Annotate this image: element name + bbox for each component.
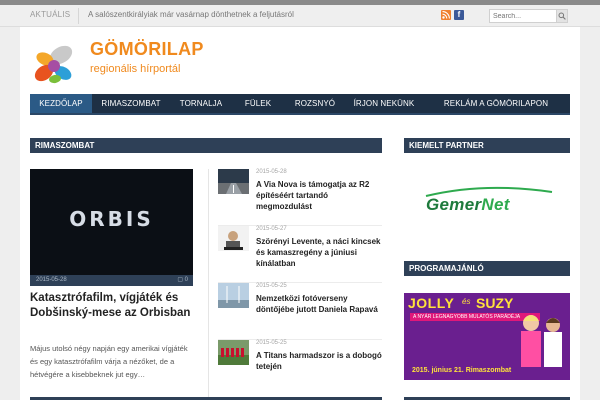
- nav-item-rimaszombat[interactable]: RIMASZOMBAT: [92, 94, 170, 113]
- list-item-date: 2015-05-25: [256, 340, 287, 346]
- list-item[interactable]: 2015-05-25 A Titans harmadszor is a dobo…: [218, 340, 382, 397]
- nav-item-tornalja[interactable]: TORNALJA: [170, 94, 232, 113]
- partner-logo-net: Net: [481, 195, 510, 214]
- main-navigation: KEZDŐLAP RIMASZOMBAT TORNALJA FÜLEK ROZS…: [30, 94, 570, 115]
- nav-item-irjon-nekunk[interactable]: ÍRJON NEKÜNK: [346, 94, 422, 113]
- site-subtitle: regionális hírportál: [90, 63, 181, 75]
- sidebar-header-program: PROGRAMAJÁNLÓ: [404, 261, 570, 276]
- program-date: 2015. június 21. Rimaszombat: [412, 367, 512, 374]
- program-title-es: és: [462, 297, 471, 306]
- list-item-date: 2015-05-25: [256, 283, 287, 289]
- partner-logo: GemerNet: [426, 195, 510, 215]
- nav-item-fulek[interactable]: FÜLEK: [232, 94, 284, 113]
- nav-item-rozsnyo[interactable]: ROZSNYÓ: [284, 94, 346, 113]
- partner-logo-gemer: Gemer: [426, 195, 482, 214]
- top-bar: AKTUÁLIS A salószentkirályiak már vasárn…: [0, 5, 600, 27]
- list-item-title[interactable]: Szörényi Levente, a náci kincsek és kama…: [256, 236, 384, 269]
- ticker-label: AKTUÁLIS: [30, 10, 71, 19]
- nav-item-reklam[interactable]: REKLÁM A GÖMÖRILAPON: [422, 94, 570, 113]
- feature-date: 2015-05-28: [36, 277, 67, 283]
- search-icon: [558, 12, 566, 20]
- column-divider: [208, 169, 209, 399]
- program-banner[interactable]: JOLLY és SUZY A NYÁR LEGNAGYOBB MULATÓS …: [404, 293, 570, 380]
- list-item[interactable]: 2015-05-25 Nemzetközi fotóverseny döntőj…: [218, 283, 382, 340]
- sky-photo-thumbnail[interactable]: [218, 283, 249, 308]
- section-header-rimaszombat[interactable]: RIMASZOMBAT: [30, 138, 382, 153]
- page-container: GÖMÖRILAP regionális hírportál KEZDŐLAP …: [20, 27, 580, 400]
- team-photo-thumbnail[interactable]: [218, 340, 249, 365]
- site-logo-icon[interactable]: [30, 39, 78, 87]
- comment-count-value: 0: [184, 277, 188, 283]
- list-item-title[interactable]: A Titans harmadszor is a dobogó tetején: [256, 350, 384, 372]
- program-title-suzy: SUZY: [476, 295, 514, 311]
- feature-excerpt: Május utolsó négy napján egy amerikai ví…: [30, 344, 188, 379]
- feature-meta-bar: 2015-05-28 ▢ 0: [30, 275, 193, 286]
- rss-icon[interactable]: [441, 10, 451, 20]
- ticker-headline-link[interactable]: A salószentkirályiak már vasárnap dönthe…: [88, 10, 294, 19]
- list-item[interactable]: 2015-05-28 A Via Nova is támogatja az R2…: [218, 169, 382, 226]
- sidebar-header-partner: KIEMELT PARTNER: [404, 138, 570, 153]
- nav-item-kezdolap[interactable]: KEZDŐLAP: [30, 94, 92, 113]
- facebook-icon[interactable]: f: [454, 10, 464, 20]
- program-title-jolly: JOLLY: [408, 295, 455, 311]
- list-item-date: 2015-05-27: [256, 226, 287, 232]
- feature-title-link[interactable]: Katasztrófafilm, vígjáték és Dobšinský-m…: [30, 291, 193, 321]
- comment-count[interactable]: ▢ 0: [177, 275, 188, 286]
- list-item-date: 2015-05-28: [256, 169, 287, 175]
- book-cover-thumbnail[interactable]: [218, 226, 249, 251]
- list-item-title[interactable]: Nemzetközi fotóverseny döntőjébe jutott …: [256, 293, 384, 315]
- ticker-divider: [78, 8, 79, 24]
- performers-photo: [521, 315, 562, 367]
- list-item-title[interactable]: A Via Nova is támogatja az R2 építéséért…: [256, 179, 384, 212]
- list-item[interactable]: 2015-05-27 Szörényi Levente, a náci kinc…: [218, 226, 382, 283]
- feature-image[interactable]: ORBIS: [30, 169, 193, 275]
- feature-image-text: ORBIS: [69, 207, 154, 231]
- partner-banner[interactable]: GemerNet: [404, 162, 570, 242]
- road-photo-thumbnail[interactable]: [218, 169, 249, 194]
- search-button[interactable]: [556, 9, 568, 23]
- site-title[interactable]: GÖMÖRILAP: [90, 39, 204, 60]
